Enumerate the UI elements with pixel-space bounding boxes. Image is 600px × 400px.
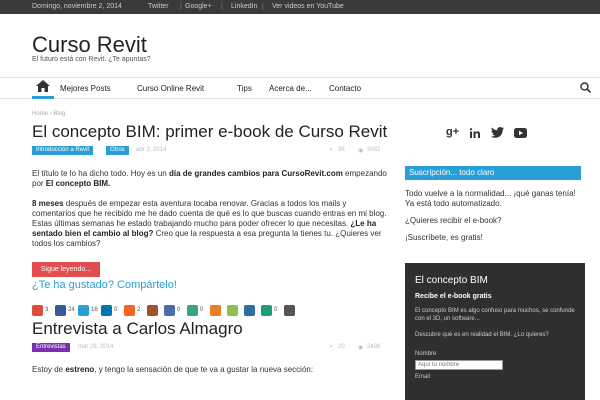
box-title: El concepto BIM xyxy=(415,275,488,286)
comment-count[interactable]: 36 xyxy=(338,147,345,153)
breadcrumb: Home › Blog xyxy=(32,111,66,117)
rss-share-icon[interactable] xyxy=(261,305,272,316)
linkedin-icon[interactable] xyxy=(470,128,480,138)
comment-count-2[interactable]: 20 xyxy=(338,344,345,350)
email-label: Email xyxy=(415,374,431,380)
post-intro: El título te lo ha dicho todo. Hoy es un… xyxy=(32,169,387,188)
email-share-icon[interactable] xyxy=(284,305,295,316)
share-count: 16 xyxy=(91,307,98,313)
tag-entrevistas[interactable]: Entrevistas xyxy=(32,343,70,352)
views-icon: ◉ xyxy=(358,345,364,351)
share-count: 0 xyxy=(200,307,204,313)
separator: | xyxy=(262,3,264,10)
nav-item-mejores-posts[interactable]: Mejores Posts xyxy=(60,84,111,93)
share-count: 0 xyxy=(177,307,181,313)
post-body: 8 meses después de empezar esta aventura… xyxy=(32,199,387,248)
post-title-2[interactable]: Entrevista a Carlos Almagro xyxy=(32,319,243,339)
google-plus-share-icon[interactable] xyxy=(32,305,43,316)
separator: | xyxy=(221,3,223,10)
breadcrumb-home[interactable]: Home xyxy=(32,111,48,117)
share-count: 0 xyxy=(274,307,278,313)
site-description: El futuro está con Revit. ¿Te apuntas? xyxy=(32,56,151,63)
nav-item-contacto[interactable]: Contacto xyxy=(329,84,361,93)
separator: | xyxy=(180,3,182,10)
evernote-share-icon[interactable] xyxy=(227,305,238,316)
box-text-2: Descubre qué es en realidad el BIM. ¿Lo … xyxy=(415,332,549,338)
google-plus-link[interactable]: Google+ xyxy=(185,3,212,10)
blogger-share-icon[interactable] xyxy=(124,305,135,316)
nav-item-acerca[interactable]: Acerca de... xyxy=(269,84,312,93)
linkedin-share-icon[interactable] xyxy=(101,305,112,316)
linkedin-link[interactable]: LinkedIn xyxy=(231,3,257,10)
tag-otros[interactable]: Otros xyxy=(106,146,129,155)
youtube-link[interactable]: Ver videos en YouTube xyxy=(272,3,344,10)
share-count: 24 xyxy=(68,307,75,313)
post-intro-2: Estoy de estreno, y tengo la sensación d… xyxy=(32,365,314,374)
post-date: abr 3, 2014 xyxy=(136,147,167,153)
read-more-button[interactable]: Sigue leyendo... xyxy=(32,262,100,277)
twitter-share-icon[interactable] xyxy=(78,305,89,316)
view-count: 3032 xyxy=(367,147,381,153)
facebook-share-icon[interactable] xyxy=(55,305,66,316)
twitter-icon[interactable] xyxy=(491,127,504,138)
ebook-signup-box: El concepto BIM Recibe el e-book gratis … xyxy=(405,263,585,400)
home-icon xyxy=(36,80,50,92)
youtube-icon[interactable] xyxy=(514,128,527,138)
name-input[interactable] xyxy=(415,360,503,370)
stumbleupon-share-icon[interactable] xyxy=(210,305,221,316)
top-date: Domingo, noviembre 2, 2014 xyxy=(32,3,122,10)
box-subtitle: Recibe el e-book gratis xyxy=(415,293,492,300)
view-count-2: 2436 xyxy=(367,344,381,350)
share-count: 2 xyxy=(137,307,141,313)
views-icon: ◉ xyxy=(358,148,364,154)
home-button[interactable] xyxy=(32,77,54,99)
search-icon[interactable] xyxy=(580,82,591,93)
breadcrumb-current: Blog xyxy=(53,111,66,117)
nav-item-curso-online[interactable]: Curso Online Revit xyxy=(137,84,204,93)
tag-introduccion[interactable]: Introducción a Revit xyxy=(32,146,94,155)
ebook-link[interactable]: El concepto BIM. xyxy=(46,179,110,188)
comment-icon: ▪ xyxy=(330,344,333,350)
twitter-link[interactable]: Twitter xyxy=(148,3,169,10)
site-title[interactable]: Curso Revit xyxy=(32,32,147,58)
comment-icon: ▪ xyxy=(330,147,333,153)
bookmark-share-icon[interactable] xyxy=(187,305,198,316)
top-bar: Domingo, noviembre 2, 2014 Twitter | Goo… xyxy=(0,0,600,14)
delicious-share-icon[interactable] xyxy=(164,305,175,316)
stack-share-icon[interactable] xyxy=(147,305,158,316)
digg-share-icon[interactable] xyxy=(244,305,255,316)
name-label: Nombre xyxy=(415,351,437,357)
bold-text: día de grandes cambios para CursoRevit.c… xyxy=(168,169,343,178)
share-count: 3 xyxy=(45,307,49,313)
box-text: El concepto BIM es algo confuso para muc… xyxy=(415,308,575,322)
share-count: 0 xyxy=(114,307,118,313)
subscription-widget-title: Suscripción... todo claro xyxy=(405,166,581,180)
nav-item-tips[interactable]: Tips xyxy=(237,84,252,93)
share-title: ¿Te ha gustado? Compártelo! xyxy=(32,279,177,291)
google-plus-icon[interactable]: g+ xyxy=(446,126,459,138)
main-nav: Mejores Posts Curso Online Revit Tips Ac… xyxy=(0,77,600,99)
post-title[interactable]: El concepto BIM: primer e-book de Curso … xyxy=(32,122,387,142)
post-date-2: mar 28, 2014 xyxy=(78,344,114,350)
subscribe-text: ¡Suscríbete, es gratis! xyxy=(405,233,483,242)
ebook-question: ¿Quieres recibir el e-book? xyxy=(405,216,502,225)
subscription-text: Todo vuelve a la normalidad... ¡qué gana… xyxy=(405,189,576,208)
